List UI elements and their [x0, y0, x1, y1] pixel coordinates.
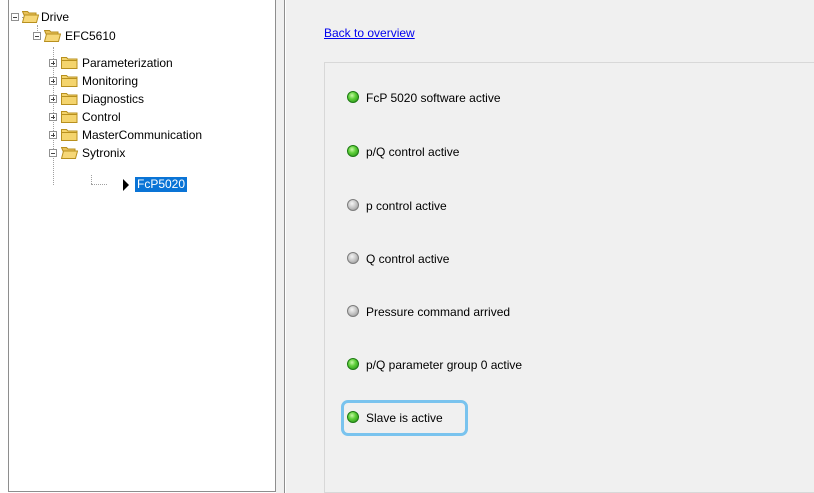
tree-node-label[interactable]: Parameterization [82, 55, 173, 71]
expand-expander-icon[interactable] [49, 77, 57, 85]
led-on-icon [347, 411, 359, 423]
expand-expander-icon[interactable] [49, 59, 57, 67]
status-label: p control active [366, 199, 447, 213]
navigation-tree[interactable]: Drive EFC5610 Parameterization Monitorin… [8, 0, 276, 492]
status-label: p/Q control active [366, 145, 460, 159]
tree-node-efc5610[interactable]: EFC5610 [9, 27, 277, 43]
led-on-icon [347, 358, 359, 370]
tree-node-parameterization[interactable]: Parameterization [9, 55, 277, 71]
status-panel: FcP 5020 software active p/Q control act… [324, 62, 814, 493]
led-off-icon [347, 199, 359, 211]
tree-node-label[interactable]: Diagnostics [82, 91, 144, 107]
folder-icon [61, 75, 78, 87]
led-on-icon [347, 145, 359, 157]
folder-icon [61, 57, 78, 69]
tree-node-label[interactable]: EFC5610 [65, 28, 116, 44]
tree-node-label[interactable]: Drive [41, 9, 69, 25]
led-off-icon [347, 252, 359, 264]
expand-expander-icon[interactable] [49, 95, 57, 103]
status-label: Q control active [366, 252, 450, 266]
expand-expander-icon[interactable] [49, 131, 57, 139]
tree-node-label[interactable]: Sytronix [82, 145, 125, 161]
tree-node-mastercommunication[interactable]: MasterCommunication [9, 127, 277, 143]
status-label: Pressure command arrived [366, 305, 511, 319]
pane-splitter[interactable] [276, 0, 285, 493]
expand-expander-icon[interactable] [49, 113, 57, 121]
status-label: FcP 5020 software active [366, 91, 501, 105]
folder-icon [61, 111, 78, 123]
folder-open-icon [44, 30, 61, 42]
collapse-expander-icon[interactable] [33, 32, 41, 40]
content-pane: Back to overview FcP 5020 software activ… [286, 0, 814, 493]
folder-open-icon [22, 11, 39, 23]
folder-icon [61, 129, 78, 141]
tree-node-monitoring[interactable]: Monitoring [9, 73, 277, 89]
folder-icon [61, 93, 78, 105]
collapse-expander-icon[interactable] [11, 13, 19, 21]
collapse-expander-icon[interactable] [49, 149, 57, 157]
led-off-icon [347, 305, 359, 317]
tree-node-control[interactable]: Control [9, 109, 277, 125]
folder-open-icon [61, 147, 78, 159]
led-on-icon [347, 91, 359, 103]
status-label: Slave is active [366, 411, 443, 425]
tree-node-label-selected[interactable]: FcP5020 [135, 177, 188, 192]
back-to-overview-link[interactable]: Back to overview [324, 26, 415, 40]
tree-node-diagnostics[interactable]: Diagnostics [9, 91, 277, 107]
tree-node-label[interactable]: Control [82, 109, 121, 125]
tree-node-label[interactable]: MasterCommunication [82, 127, 202, 143]
tree-node-fcp5020[interactable]: FcP5020 [9, 177, 277, 193]
tree-node-sytronix[interactable]: Sytronix [9, 145, 277, 161]
tree-node-label[interactable]: Monitoring [82, 73, 138, 89]
tree-node-drive[interactable]: Drive [9, 9, 277, 25]
status-label: p/Q parameter group 0 active [366, 358, 523, 372]
arrow-right-icon [123, 179, 129, 191]
